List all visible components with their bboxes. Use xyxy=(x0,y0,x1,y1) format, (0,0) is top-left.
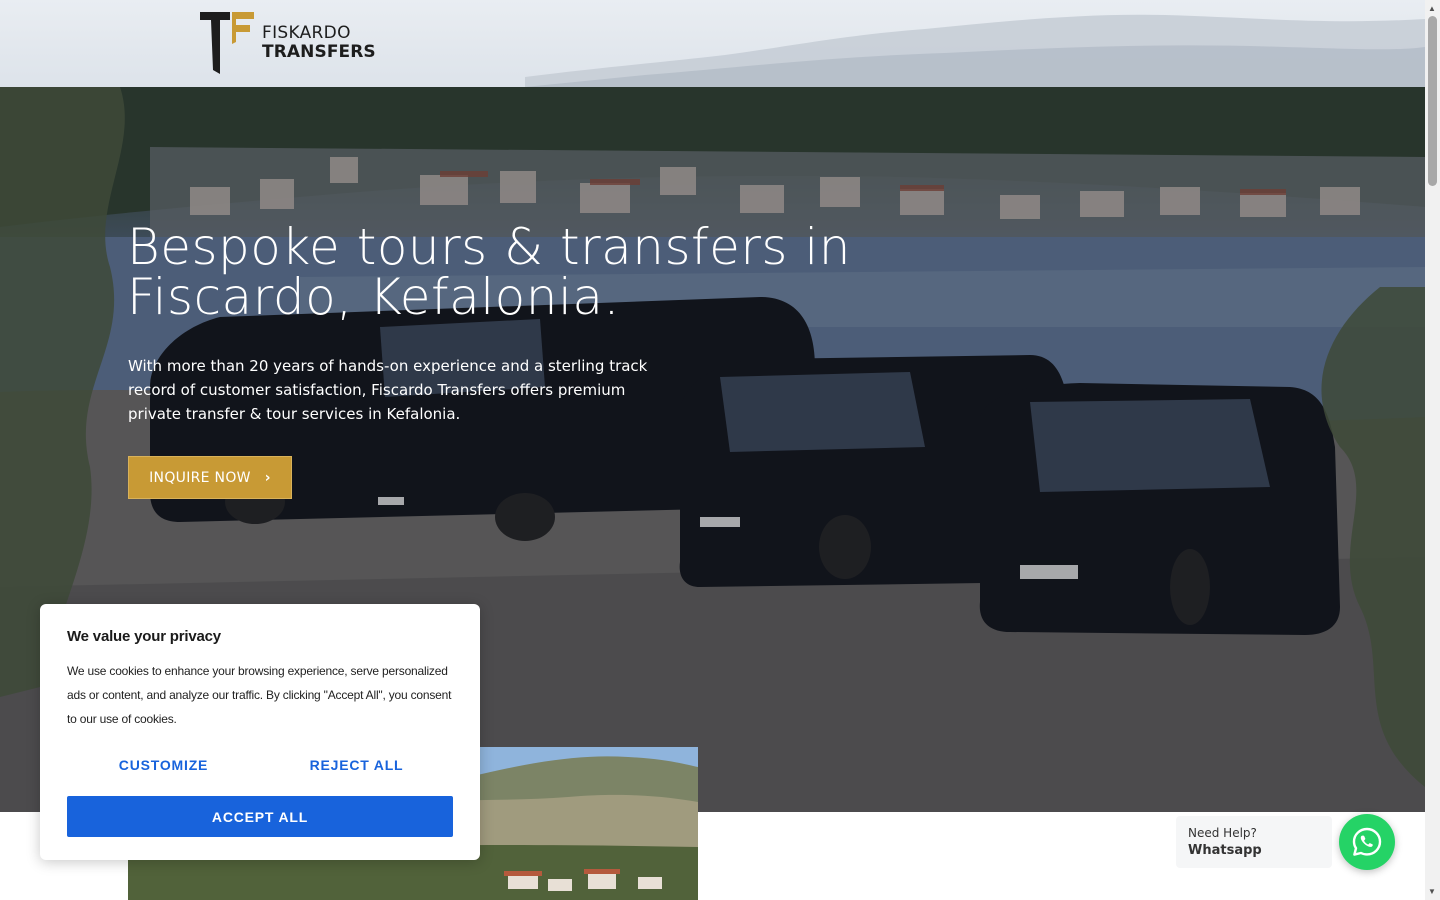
logo[interactable]: FISKARDO TRANSFERS xyxy=(200,10,376,76)
accept-all-button[interactable]: ACCEPT ALL xyxy=(67,796,453,837)
customize-button[interactable]: CUSTOMIZE xyxy=(67,757,260,777)
logo-line-1: FISKARDO xyxy=(262,23,351,43)
reject-all-button[interactable]: REJECT ALL xyxy=(260,757,453,777)
cookie-description: We use cookies to enhance your browsing … xyxy=(67,664,452,726)
hero-title-line-2: Fiscardo, Kefalonia. xyxy=(127,268,620,326)
page-scrollbar[interactable]: ▲ ▼ xyxy=(1425,0,1440,900)
logo-mark-icon xyxy=(200,12,254,74)
logo-line-2: TRANSFERS xyxy=(262,42,376,62)
chevron-right-icon: › xyxy=(264,469,271,486)
hero-title: Bespoke tours & transfers in Fiscardo, K… xyxy=(127,222,887,322)
scroll-down-arrow-icon[interactable]: ▼ xyxy=(1428,887,1436,896)
cookie-secondary-actions: CUSTOMIZE REJECT ALL xyxy=(67,757,453,777)
header-background-hills xyxy=(525,14,1425,87)
whatsapp-need-help-text: Need Help? xyxy=(1188,826,1257,840)
hero-subtitle: With more than 20 years of hands-on expe… xyxy=(128,357,648,423)
whatsapp-help-bubble[interactable]: Need Help? Whatsapp xyxy=(1176,816,1332,868)
logo-wordmark: FISKARDO TRANSFERS xyxy=(262,24,376,62)
inquire-now-label: INQUIRE NOW xyxy=(149,469,251,486)
site-header: FISKARDO TRANSFERS xyxy=(0,0,1425,87)
whatsapp-icon xyxy=(1352,827,1382,856)
inquire-now-button[interactable]: INQUIRE NOW › xyxy=(128,456,292,499)
whatsapp-label: Whatsapp xyxy=(1188,843,1262,858)
scrollbar-thumb[interactable] xyxy=(1428,16,1437,186)
scroll-up-arrow-icon[interactable]: ▲ xyxy=(1428,4,1436,13)
cookie-title: We value your privacy xyxy=(67,628,221,645)
whatsapp-button[interactable] xyxy=(1339,814,1395,870)
cookie-consent-dialog: We value your privacy We use cookies to … xyxy=(40,604,480,860)
